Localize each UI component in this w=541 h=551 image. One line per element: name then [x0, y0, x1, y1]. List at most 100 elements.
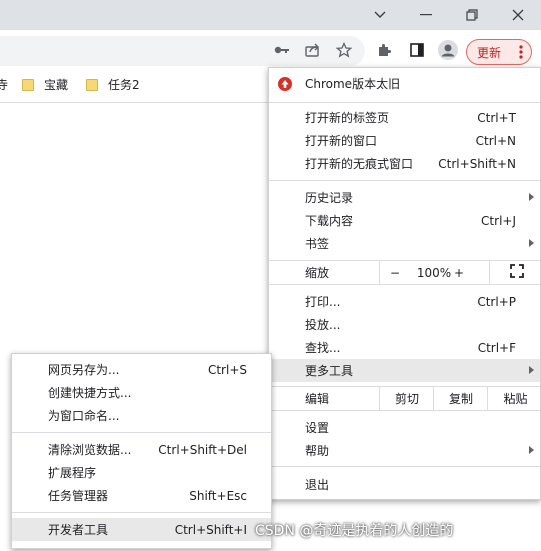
menu-item-label: 打开新的标签页 — [305, 111, 390, 125]
more-tools-submenu: 网页另存为... Ctrl+S 创建快捷方式... 为窗口命名... 清除浏览数… — [11, 353, 272, 549]
menu-item-label: 网页另存为... — [48, 363, 120, 377]
bookmark-label: 宝藏 — [44, 78, 69, 92]
chrome-outdated-label: Chrome版本太旧 — [305, 77, 401, 91]
menu-item-label: 下载内容 — [305, 214, 354, 228]
shortcut-label: Ctrl+F — [477, 340, 516, 355]
menu-item-label: 更多工具 — [305, 364, 354, 378]
shortcut-label: Ctrl+Shift+I — [174, 522, 247, 537]
incognito-window-item[interactable]: 打开新的无痕式窗口 Ctrl+Shift+N — [269, 152, 540, 175]
key-icon[interactable] — [268, 36, 296, 64]
chrome-outdated-item[interactable]: Chrome版本太旧 — [269, 72, 540, 95]
shortcut-label: Shift+Esc — [189, 488, 247, 503]
save-page-item[interactable]: 网页另存为... Ctrl+S — [12, 358, 271, 381]
menu-item-label: 帮助 — [305, 444, 330, 458]
shortcut-label: Ctrl+J — [481, 213, 516, 228]
paste-label: 粘贴 — [503, 392, 528, 406]
profile-avatar-icon[interactable] — [434, 36, 462, 64]
clear-browsing-data-item[interactable]: 清除浏览数据... Ctrl+Shift+Del — [12, 438, 271, 461]
bookmark-folder[interactable]: 宝藏 — [22, 76, 68, 93]
menu-item-label: 历史记录 — [305, 191, 354, 205]
name-window-item[interactable]: 为窗口命名... — [12, 404, 271, 427]
menu-item-label: 任务管理器 — [48, 489, 109, 503]
create-shortcut-item[interactable]: 创建快捷方式... — [12, 381, 271, 404]
side-panel-icon[interactable] — [403, 36, 431, 64]
cast-item[interactable]: 投放... — [269, 313, 540, 336]
submenu-arrow-icon — [529, 446, 534, 454]
developer-tools-item[interactable]: 开发者工具 Ctrl+Shift+I — [12, 518, 271, 541]
menu-item-label: 创建快捷方式... — [48, 386, 132, 400]
zoom-in-button[interactable]: + — [439, 261, 479, 284]
menu-item-label: 打开新的无痕式窗口 — [305, 157, 414, 171]
bookmark-partial[interactable]: 寺 — [0, 76, 8, 93]
menu-item-label: 扩展程序 — [48, 466, 97, 480]
folder-icon — [22, 78, 34, 91]
extensions-item[interactable]: 扩展程序 — [12, 461, 271, 484]
cut-button[interactable]: 剪切 — [379, 387, 434, 410]
fullscreen-button[interactable] — [489, 261, 541, 284]
restore-button[interactable] — [449, 0, 495, 30]
bookmark-label: 任务2 — [108, 78, 140, 92]
divider — [12, 512, 271, 513]
new-window-item[interactable]: 打开新的窗口 Ctrl+N — [269, 129, 540, 152]
edit-label: 编辑 — [305, 392, 330, 406]
paste-button[interactable]: 粘贴 — [487, 387, 541, 410]
new-tab-item[interactable]: 打开新的标签页 Ctrl+T — [269, 106, 540, 129]
menu-item-label: 查找... — [305, 341, 341, 355]
zoom-out-button[interactable]: − — [379, 261, 410, 284]
menu-item-label: 设置 — [305, 421, 330, 435]
chrome-main-menu: Chrome版本太旧 打开新的标签页 Ctrl+T 打开新的窗口 Ctrl+N … — [268, 67, 541, 500]
copy-label: 复制 — [448, 392, 473, 406]
copy-button[interactable]: 复制 — [433, 387, 488, 410]
shortcut-label: Ctrl+Shift+N — [438, 156, 516, 171]
minimize-button[interactable] — [403, 0, 449, 30]
menu-item-label: 退出 — [305, 478, 330, 492]
find-item[interactable]: 查找... Ctrl+F — [269, 336, 540, 359]
shortcut-label: Ctrl+N — [475, 133, 516, 148]
shortcut-label: Ctrl+T — [477, 110, 516, 125]
star-icon[interactable] — [330, 36, 358, 64]
shortcut-label: Ctrl+Shift+Del — [158, 442, 247, 457]
divider — [269, 466, 540, 467]
divider — [269, 180, 540, 181]
watermark: CSDN @奇迹是执着的人创造的 — [255, 523, 454, 539]
extensions-icon[interactable] — [370, 36, 398, 64]
menu-item-label: 清除浏览数据... — [48, 443, 132, 457]
zoom-label: 缩放 — [305, 266, 330, 280]
shortcut-label: Ctrl+S — [207, 362, 247, 377]
update-label: 更新 — [477, 45, 502, 60]
tab-search-chevron-icon[interactable] — [357, 0, 403, 30]
more-menu-icon[interactable] — [519, 43, 523, 64]
bookmarks-item[interactable]: 书签 — [269, 232, 540, 255]
divider — [12, 432, 271, 433]
downloads-item[interactable]: 下载内容 Ctrl+J — [269, 209, 540, 232]
submenu-arrow-icon — [529, 239, 534, 247]
zoom-minus-label: − — [389, 265, 401, 280]
divider — [269, 102, 540, 103]
toolbar: 更新 — [0, 30, 541, 70]
print-item[interactable]: 打印... Ctrl+P — [269, 290, 540, 313]
zoom-plus-label: + — [453, 265, 465, 280]
edit-row: 编辑 剪切 复制 粘贴 — [269, 387, 540, 410]
menu-item-label: 打开新的窗口 — [305, 134, 378, 148]
cut-label: 剪切 — [394, 392, 419, 406]
close-button[interactable] — [495, 0, 541, 30]
menu-item-label: 开发者工具 — [48, 523, 109, 537]
share-icon[interactable] — [298, 36, 326, 64]
settings-item[interactable]: 设置 — [269, 416, 540, 439]
menu-item-label: 投放... — [305, 318, 341, 332]
folder-icon — [86, 78, 98, 91]
bookmark-folder[interactable]: 任务2 — [86, 76, 140, 93]
shortcut-label: Ctrl+P — [477, 294, 516, 309]
menu-item-label: 打印... — [305, 295, 341, 309]
exit-item[interactable]: 退出 — [269, 473, 540, 496]
task-manager-item[interactable]: 任务管理器 Shift+Esc — [12, 484, 271, 507]
fullscreen-icon — [509, 264, 524, 281]
help-item[interactable]: 帮助 — [269, 439, 540, 462]
update-button[interactable]: 更新 — [466, 39, 532, 65]
divider — [269, 410, 540, 411]
submenu-arrow-icon — [529, 366, 534, 374]
update-warning-icon — [277, 76, 293, 95]
history-item[interactable]: 历史记录 — [269, 186, 540, 209]
more-tools-item[interactable]: 更多工具 — [269, 359, 540, 382]
submenu-arrow-icon — [529, 193, 534, 201]
